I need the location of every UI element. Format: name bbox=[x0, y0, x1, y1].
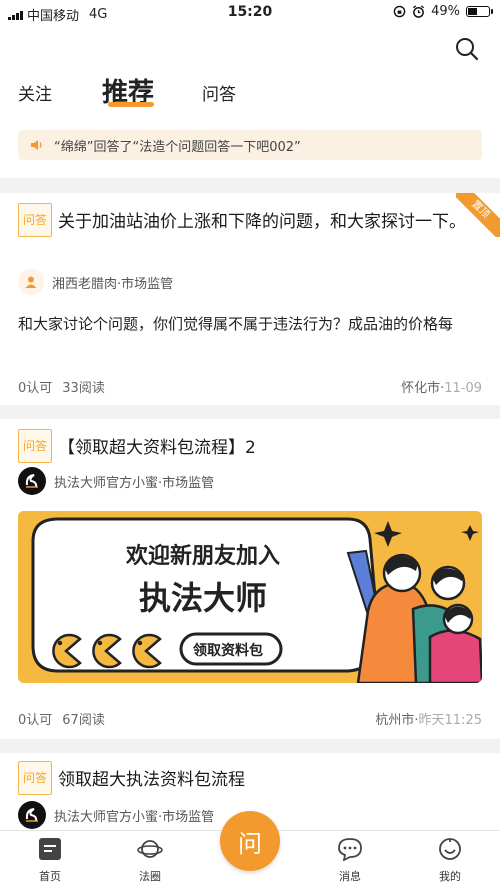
post-title-block[interactable]: 问答 关于加油站油价上涨和下降的问题，和大家探讨一下。 bbox=[18, 203, 482, 237]
post-title: 关于加油站油价上涨和下降的问题，和大家探讨一下。 bbox=[58, 212, 467, 232]
banner-line2: 执法大师 bbox=[139, 579, 267, 617]
reads-count: 67阅读 bbox=[62, 713, 105, 728]
banner-button-label: 领取资料包 bbox=[193, 642, 263, 659]
post-meta: 0认可 33阅读 怀化市·11-09 bbox=[18, 377, 482, 396]
banner-illustration: 欢迎新朋友加入 执法大师 领取资料包 bbox=[18, 511, 482, 683]
likes-count: 0认可 bbox=[18, 713, 53, 728]
tab-qa[interactable]: 问答 bbox=[202, 80, 236, 105]
message-icon bbox=[338, 838, 362, 862]
nav-circle[interactable]: 法圈 bbox=[120, 837, 180, 884]
battery-level bbox=[468, 8, 478, 15]
qa-tag: 问答 bbox=[18, 761, 53, 795]
status-right: 49% bbox=[393, 4, 493, 19]
promo-banner[interactable]: 欢迎新朋友加入 执法大师 领取资料包 bbox=[18, 511, 482, 683]
post-author[interactable]: 执法大师官方小蜜·市场监管 bbox=[18, 467, 214, 495]
avatar bbox=[18, 467, 46, 495]
author-name: 执法大师官方小蜜 bbox=[54, 475, 159, 491]
nav-messages[interactable]: 消息 bbox=[320, 837, 380, 884]
active-tab-indicator bbox=[108, 102, 154, 107]
nav-home-label: 首页 bbox=[39, 870, 61, 883]
qa-tag: 问答 bbox=[18, 429, 53, 463]
nav-profile[interactable]: 我的 bbox=[420, 837, 480, 884]
reads-count: 33阅读 bbox=[62, 381, 105, 396]
battery-icon bbox=[466, 6, 493, 17]
notice-bar[interactable]: “绵绵”回答了“法造个问题回答一下吧002” bbox=[18, 130, 482, 160]
post-title-block[interactable]: 问答 【领取超大资料包流程】2 bbox=[18, 429, 482, 463]
post-body: 和大家讨论个问题，你们觉得属不属于违法行为？成品油的价格每 bbox=[18, 315, 454, 333]
search-icon[interactable] bbox=[454, 36, 480, 62]
author-category: ·市场监管 bbox=[158, 809, 215, 825]
post-title: 领取超大执法资料包流程 bbox=[58, 770, 246, 790]
author-category: ·市场监管 bbox=[117, 276, 174, 292]
avatar bbox=[18, 269, 44, 295]
ask-button[interactable]: 问 bbox=[220, 811, 280, 871]
home-icon bbox=[39, 838, 61, 860]
speaker-icon bbox=[31, 140, 42, 150]
nav-home[interactable]: 首页 bbox=[20, 837, 80, 884]
location: 怀化市· bbox=[401, 381, 445, 396]
nav-profile-label: 我的 bbox=[439, 870, 461, 883]
post-card[interactable]: 问答 【领取超大资料包流程】2 执法大师官方小蜜·市场监管 欢迎新朋友加入 执法大… bbox=[0, 419, 500, 739]
status-bar: 中国移动 4G 15:20 49% bbox=[0, 0, 500, 26]
smiley-icon bbox=[439, 838, 461, 860]
post-date: 昨天11:25 bbox=[418, 713, 482, 728]
author-category: ·市场监管 bbox=[158, 475, 215, 491]
notice-text: “绵绵”回答了“法造个问题回答一下吧002” bbox=[54, 139, 301, 155]
alarm-icon bbox=[413, 5, 425, 18]
user-icon bbox=[25, 276, 37, 288]
post-date: 11-09 bbox=[444, 381, 482, 396]
rotation-lock-icon bbox=[393, 5, 406, 18]
nav-circle-label: 法圈 bbox=[139, 870, 161, 883]
post-title: 【领取超大资料包流程】2 bbox=[58, 438, 256, 458]
logo-icon bbox=[25, 808, 38, 822]
post-author[interactable]: 湘西老腊肉·市场监管 bbox=[18, 269, 173, 295]
post-card[interactable]: 置顶 问答 关于加油站油价上涨和下降的问题，和大家探讨一下。 湘西老腊肉·市场监管… bbox=[0, 193, 500, 405]
tab-follow[interactable]: 关注 bbox=[18, 80, 52, 105]
qa-tag: 问答 bbox=[18, 203, 53, 237]
battery-percent: 49% bbox=[431, 4, 460, 19]
likes-count: 0认可 bbox=[18, 381, 53, 396]
header: 关注 推荐 问答 “绵绵”回答了“法造个问题回答一下吧002” bbox=[0, 26, 500, 178]
avatar bbox=[18, 801, 46, 829]
post-author[interactable]: 执法大师官方小蜜·市场监管 bbox=[18, 801, 214, 829]
banner-line1: 欢迎新朋友加入 bbox=[125, 543, 280, 569]
nav-messages-label: 消息 bbox=[339, 870, 361, 883]
post-title-block[interactable]: 问答 领取超大执法资料包流程 bbox=[18, 761, 482, 795]
location: 杭州市· bbox=[375, 713, 419, 728]
bottom-nav: 首页 法圈 问 消息 我的 bbox=[0, 811, 500, 890]
author-name: 湘西老腊肉 bbox=[52, 276, 118, 292]
post-meta: 0认可 67阅读 杭州市·昨天11:25 bbox=[18, 709, 482, 728]
planet-icon bbox=[137, 840, 163, 858]
logo-icon bbox=[25, 474, 38, 488]
feed-tabs: 关注 推荐 问答 bbox=[0, 72, 500, 112]
author-name: 执法大师官方小蜜 bbox=[54, 809, 159, 825]
